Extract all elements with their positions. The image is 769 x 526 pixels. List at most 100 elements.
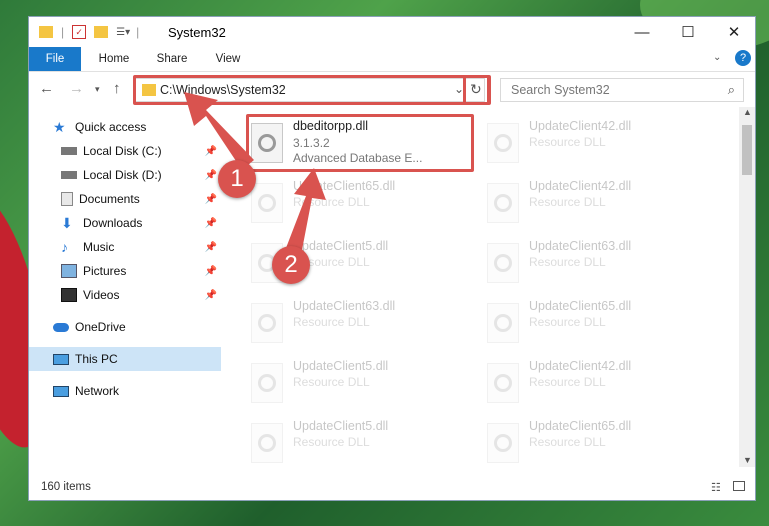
nav-onedrive[interactable]: OneDrive [29, 315, 221, 339]
file-name: UpdateClient5.dll [293, 419, 389, 433]
nav-music[interactable]: ♪ Music 📌 [29, 235, 221, 259]
file-item[interactable]: UpdateClient65.dll Resource DLL [481, 415, 701, 467]
file-item[interactable]: UpdateClient42.dll Resource DLL [481, 175, 701, 231]
large-icons-view-icon[interactable] [733, 481, 745, 491]
file-description: Resource DLL [529, 435, 606, 449]
pc-icon [53, 353, 69, 365]
pin-icon: 📌 [204, 289, 217, 301]
file-description: Resource DLL [293, 315, 370, 329]
back-arrow-icon[interactable]: ← [39, 80, 54, 97]
details-view-icon[interactable]: ☷ [711, 481, 721, 494]
nav-local-disk-c[interactable]: Local Disk (C:) 📌 [29, 139, 221, 163]
status-bar: 160 items ☷ [29, 476, 755, 500]
scroll-thumb[interactable] [742, 125, 752, 175]
nav-local-disk-d[interactable]: Local Disk (D:) 📌 [29, 163, 221, 187]
file-name: UpdateClient5.dll [293, 359, 389, 373]
close-button[interactable]: ✕ [711, 17, 757, 47]
ribbon-tabs: File Home Share View ⌄ ? [29, 47, 755, 72]
gear-icon [258, 434, 276, 452]
pin-icon: 📌 [204, 265, 217, 277]
recent-locations-icon[interactable]: ▾ [95, 84, 100, 95]
separator: | [136, 25, 140, 39]
up-arrow-icon[interactable]: ↑ [113, 80, 121, 97]
file-item[interactable]: UpdateClient63.dll Resource DLL [481, 235, 701, 291]
vertical-scrollbar[interactable]: ▲ ▼ [739, 107, 755, 467]
pin-icon: 📌 [204, 145, 217, 157]
pin-icon: 📌 [204, 169, 217, 181]
dll-file-icon [487, 123, 519, 163]
tab-view[interactable]: View [205, 47, 251, 71]
file-description: Resource DLL [293, 435, 370, 449]
item-count: 160 items [41, 481, 91, 493]
gear-icon [494, 254, 512, 272]
file-description: Resource DLL [529, 255, 606, 269]
drive-icon [61, 171, 77, 179]
nav-videos[interactable]: Videos 📌 [29, 283, 221, 307]
dll-file-icon [487, 363, 519, 403]
file-name: UpdateClient42.dll [529, 359, 632, 373]
file-description: Resource DLL [529, 135, 606, 149]
minimize-button[interactable]: — [619, 17, 665, 47]
tab-share[interactable]: Share [147, 47, 197, 71]
videos-icon [61, 288, 77, 302]
nav-documents[interactable]: Documents 📌 [29, 187, 221, 211]
star-icon: ★ [53, 119, 66, 135]
address-highlight [133, 75, 490, 105]
scroll-down-icon[interactable]: ▼ [743, 455, 752, 465]
search-box[interactable]: Search System32 ⌕ [500, 78, 744, 102]
new-folder-icon[interactable] [94, 26, 109, 38]
search-icon[interactable]: ⌕ [728, 82, 735, 98]
separator: | [61, 25, 65, 39]
maximize-button[interactable]: ☐ [665, 17, 711, 47]
nav-this-pc[interactable]: This PC [29, 347, 221, 371]
file-item[interactable]: UpdateClient5.dll Resource DLL [245, 355, 465, 411]
nav-network[interactable]: Network [29, 379, 221, 403]
search-placeholder: Search System32 [511, 83, 610, 97]
file-item[interactable]: UpdateClient65.dll Resource DLL [481, 295, 701, 351]
file-highlight [246, 114, 474, 172]
file-item[interactable]: UpdateClient65.dll Resource DLL [245, 175, 465, 231]
step-badge-1: 1 [218, 160, 256, 198]
address-row: ← → ▾ ↑ C:\Windows\System32 ⌄ ↻ Search S… [29, 72, 755, 106]
explorer-window: | ✓ ☰▾ | System32 — ☐ ✕ File Home Share … [28, 16, 756, 501]
pin-icon: 📌 [204, 217, 217, 229]
file-name: UpdateClient42.dll [529, 119, 632, 133]
file-name: UpdateClient65.dll [529, 299, 632, 313]
file-item[interactable]: UpdateClient42.dll Resource DLL [481, 355, 701, 411]
gear-icon [258, 374, 276, 392]
folder-icon[interactable] [39, 26, 53, 38]
dll-file-icon [487, 303, 519, 343]
file-item[interactable]: UpdateClient63.dll Resource DLL [245, 295, 465, 351]
file-item[interactable]: UpdateClient42.dll Resource DLL [481, 115, 701, 171]
tab-file[interactable]: File [29, 47, 81, 71]
dll-file-icon [251, 363, 283, 403]
nav-pictures[interactable]: Pictures 📌 [29, 259, 221, 283]
forward-arrow-icon[interactable]: → [69, 80, 84, 97]
expand-ribbon-icon[interactable]: ⌄ [713, 52, 721, 63]
nav-downloads[interactable]: ⬇ Downloads 📌 [29, 211, 221, 235]
file-item[interactable]: UpdateClient5.dll Resource DLL [245, 415, 465, 467]
customize-toolbar-icon[interactable]: ☰▾ [116, 27, 130, 38]
pictures-icon [61, 264, 77, 278]
file-name: UpdateClient63.dll [293, 299, 396, 313]
music-icon: ♪ [61, 239, 68, 255]
dll-file-icon [487, 423, 519, 463]
dll-file-icon [251, 303, 283, 343]
gear-icon [494, 314, 512, 332]
tab-home[interactable]: Home [89, 47, 139, 71]
file-description: Resource DLL [529, 315, 606, 329]
gear-icon [258, 194, 276, 212]
gear-icon [494, 134, 512, 152]
scroll-up-icon[interactable]: ▲ [743, 107, 752, 117]
nav-quick-access[interactable]: ★ Quick access [29, 115, 221, 139]
pin-icon: 📌 [204, 241, 217, 253]
gear-icon [258, 314, 276, 332]
file-name: UpdateClient5.dll [293, 239, 389, 253]
help-icon[interactable]: ? [735, 50, 751, 66]
drive-icon [61, 147, 77, 155]
cloud-icon [53, 322, 69, 332]
title-bar: | ✓ ☰▾ | System32 — ☐ ✕ [29, 17, 755, 47]
properties-icon[interactable]: ✓ [72, 25, 87, 39]
file-description: Resource DLL [529, 375, 606, 389]
file-name: UpdateClient63.dll [529, 239, 632, 253]
